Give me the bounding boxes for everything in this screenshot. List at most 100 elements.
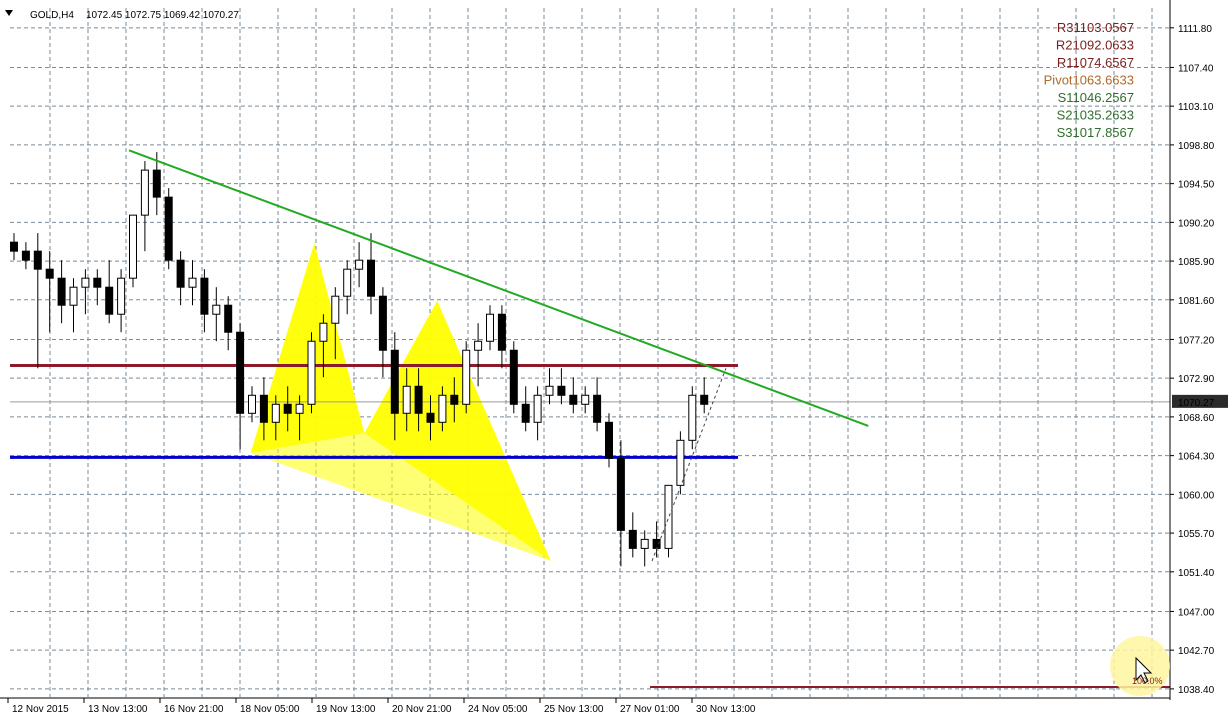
candle-body bbox=[152, 169, 161, 198]
candle-body bbox=[700, 394, 709, 405]
candle-body bbox=[581, 394, 590, 405]
pivot-label-r1: R11074.6567 bbox=[1057, 55, 1134, 70]
candle-body bbox=[557, 385, 566, 396]
candle-body bbox=[271, 403, 280, 423]
x-tick-label: 24 Nov 05:00 bbox=[468, 704, 528, 715]
candle-body bbox=[164, 196, 173, 261]
candle-body bbox=[331, 295, 340, 324]
candle-body bbox=[545, 385, 554, 396]
x-tick-label: 19 Nov 13:00 bbox=[316, 704, 376, 715]
candle-body bbox=[509, 349, 518, 405]
candle-body bbox=[378, 295, 387, 351]
candle-body bbox=[426, 412, 435, 423]
y-tick-label: 1111.80 bbox=[1178, 24, 1212, 35]
candle-body bbox=[605, 421, 613, 459]
grid bbox=[10, 8, 1170, 697]
candle-body bbox=[10, 241, 18, 252]
y-tick-label: 1060.00 bbox=[1178, 490, 1215, 501]
chart-canvas[interactable]: 1111.80 1107.40 1103.10 1098.80 1094.50 1090.… bbox=[0, 0, 1232, 720]
y-tick-label: 1107.40 bbox=[1178, 63, 1214, 74]
candle-body bbox=[319, 322, 328, 342]
axes: 1111.80 1107.40 1103.10 1098.80 1094.50 1090.… bbox=[0, 0, 1228, 715]
dropdown-triangle-icon[interactable] bbox=[5, 10, 13, 16]
candle-body bbox=[355, 259, 364, 270]
pivot-label-s2: S21035.2633 bbox=[1057, 108, 1134, 123]
y-tick-label: 1098.80 bbox=[1178, 141, 1215, 152]
candle-body bbox=[307, 340, 316, 405]
pivot-label-r2: R21092.0633 bbox=[1056, 38, 1134, 53]
chart-header: GOLD,H4 1072.45 1072.75 1069.42 1070.27 bbox=[5, 10, 239, 21]
candle-body bbox=[105, 286, 114, 315]
candle-body bbox=[248, 394, 256, 414]
y-tick-label: 1085.90 bbox=[1178, 257, 1215, 268]
mouse-cursor: 100.0% bbox=[1110, 636, 1170, 696]
candle-body bbox=[188, 277, 197, 288]
x-tick-label: 30 Nov 13:00 bbox=[696, 704, 756, 715]
candle-body bbox=[628, 529, 637, 549]
candle-body bbox=[438, 394, 447, 423]
pivot-label-s1: S11046.2567 bbox=[1058, 90, 1134, 105]
y-tick-label: 1047.00 bbox=[1178, 607, 1215, 618]
candle-body bbox=[593, 394, 602, 423]
ohlc-readout: 1072.45 1072.75 1069.42 1070.27 bbox=[86, 10, 239, 21]
candle-body bbox=[462, 349, 471, 405]
pivot-label-pivot: Pivot1063.6633 bbox=[1044, 73, 1134, 88]
y-tick-label: 1090.20 bbox=[1178, 218, 1215, 229]
x-tick-label: 25 Nov 13:00 bbox=[544, 704, 604, 715]
y-tick-label: 1064.30 bbox=[1178, 452, 1215, 463]
candle-body bbox=[497, 313, 506, 351]
y-tick-label: 1094.50 bbox=[1178, 180, 1215, 191]
candle-body bbox=[486, 313, 494, 342]
candle-body bbox=[616, 457, 625, 531]
candle-body bbox=[69, 286, 78, 306]
candle-body bbox=[414, 385, 423, 414]
y-tick-label: 1081.60 bbox=[1178, 296, 1215, 307]
candle-body bbox=[676, 439, 685, 486]
y-tick-label: 1055.70 bbox=[1178, 529, 1215, 540]
candle-body bbox=[640, 538, 649, 549]
candle-body bbox=[129, 214, 137, 279]
candle-body bbox=[33, 250, 42, 270]
y-tick-label: 1077.20 bbox=[1178, 335, 1215, 346]
x-tick-label: 16 Nov 21:00 bbox=[164, 704, 224, 715]
candle-body bbox=[117, 277, 126, 315]
candle-body bbox=[450, 394, 459, 405]
y-tick-label: 1103.10 bbox=[1178, 102, 1214, 113]
candle-body bbox=[57, 277, 66, 306]
candle-body bbox=[200, 277, 209, 315]
candle-body bbox=[688, 394, 697, 441]
candle-body bbox=[367, 259, 375, 297]
candle-body bbox=[402, 385, 411, 414]
candle-body bbox=[93, 277, 102, 288]
symbol-label: GOLD,H4 bbox=[30, 10, 74, 21]
candle-body bbox=[224, 304, 233, 333]
y-tick-label: 1042.70 bbox=[1178, 646, 1215, 657]
price-chart[interactable]: 1111.80 1107.40 1103.10 1098.80 1094.50 1090.… bbox=[0, 0, 1232, 720]
candle-body bbox=[474, 340, 483, 351]
candle-body bbox=[295, 403, 304, 414]
y-tick-label: 1072.90 bbox=[1178, 374, 1215, 385]
fib-level-label: 100.0% bbox=[1132, 676, 1163, 686]
y-tick-label: 1068.60 bbox=[1178, 413, 1215, 424]
pivot-label-r3: R31103.0567 bbox=[1057, 20, 1134, 35]
candle-body bbox=[533, 394, 542, 423]
x-tick-label: 20 Nov 21:00 bbox=[392, 704, 452, 715]
current-price-label: 1070.27 bbox=[1178, 398, 1215, 409]
pivot-labels: R31103.0567 R21092.0633 R11074.6567 Pivot10… bbox=[1044, 20, 1134, 140]
candle-body bbox=[176, 259, 185, 288]
candle-body bbox=[390, 349, 399, 414]
pivot-label-s3: S31017.8567 bbox=[1057, 125, 1134, 140]
y-tick-label: 1051.40 bbox=[1178, 568, 1215, 579]
y-tick-label: 1038.40 bbox=[1178, 685, 1215, 696]
candle-body bbox=[21, 250, 30, 261]
x-tick-label: 18 Nov 05:00 bbox=[240, 704, 300, 715]
candle-body bbox=[664, 484, 673, 549]
candle-body bbox=[212, 304, 221, 315]
candle-body bbox=[259, 394, 268, 423]
candle-body bbox=[81, 277, 90, 288]
horizontal-levels bbox=[10, 364, 1170, 688]
candle-body bbox=[283, 403, 292, 414]
candle-body bbox=[236, 331, 245, 414]
candle-body bbox=[140, 169, 149, 216]
candle-body bbox=[343, 268, 352, 297]
